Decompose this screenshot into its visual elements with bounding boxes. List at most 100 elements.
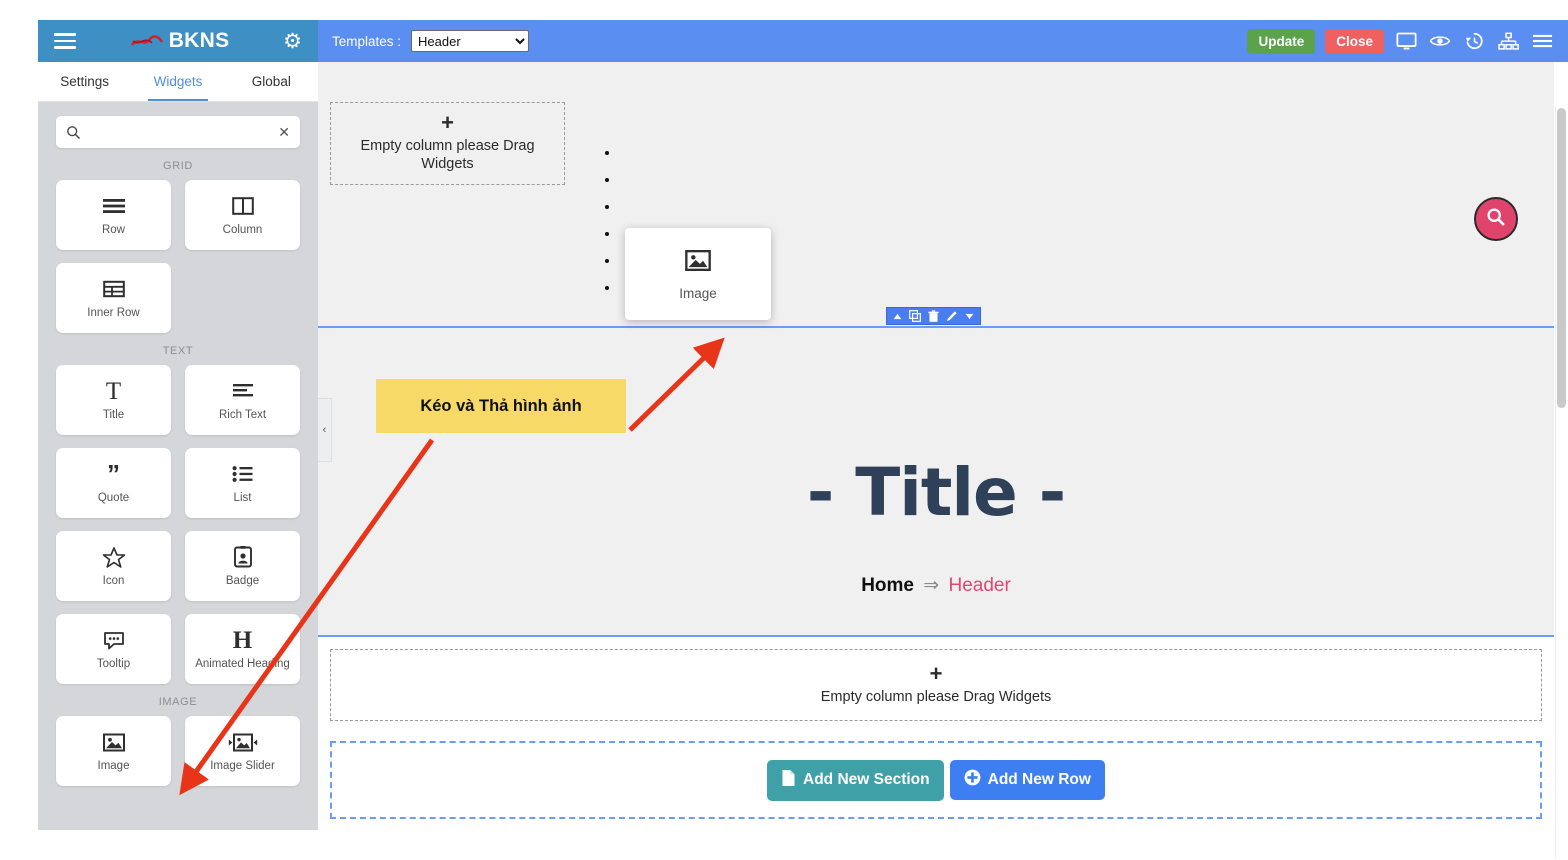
bullet-list[interactable] [606,144,620,306]
annotation-text: Kéo và Thả hình ảnh [420,396,582,415]
widget-image[interactable]: Image [56,716,171,786]
row-divider-top [318,326,1554,328]
empty-column-bottom-text: Empty column please Drag Widgets [820,688,1052,705]
widget-tooltip[interactable]: Tooltip [56,614,171,684]
history-icon[interactable] [1462,29,1486,53]
widget-column-label: Column [222,224,263,237]
gear-icon[interactable]: ⚙ [283,31,302,52]
tab-global[interactable]: Global [225,62,318,101]
badge-icon [233,544,253,570]
columns-icon [231,193,255,219]
widget-row-label: Row [101,224,125,237]
add-new-section-button[interactable]: Add New Section [767,759,944,801]
widget-list[interactable]: List [185,448,300,518]
widget-group-grid: Row Column Inner Row [56,180,300,333]
desktop-icon[interactable] [1394,29,1418,53]
update-button[interactable]: Update [1247,28,1316,54]
scrollbar-thumb[interactable] [1557,108,1566,408]
empty-column-top-text: Empty column please Drag Widgets [360,138,535,173]
builder-toolbar: Templates : Header Update Close [318,20,1568,62]
widget-title[interactable]: T Title [56,365,171,435]
tooltip-icon [102,627,126,653]
menu-icon[interactable] [1530,29,1554,53]
close-button[interactable]: Close [1325,28,1384,54]
dragged-widget-label: Image [679,285,717,301]
sidebar-tabs: Settings Widgets Global [38,62,318,102]
canvas-scrollbar[interactable] [1555,106,1566,858]
group-label-image: IMAGE [158,696,198,708]
widget-animated-heading-label: Animated Heading [195,658,290,671]
tab-settings-label: Settings [60,74,110,89]
chevron-left-icon: ‹ [322,424,327,436]
sitemap-icon[interactable] [1496,29,1520,53]
search-input[interactable] [87,123,273,141]
add-new-section-label: Add New Section [803,771,930,788]
page-title[interactable]: - Title - [318,454,1554,531]
brand: BKNS [76,29,283,53]
breadcrumb: Home ⇒ Header [318,574,1554,597]
align-left-icon [231,378,255,404]
empty-column-top[interactable]: + Empty column please Drag Widgets [330,102,565,185]
tab-widgets[interactable]: Widgets [131,62,224,101]
brand-title: BKNS [168,29,230,52]
caret-down-icon[interactable] [965,313,974,320]
widget-tooltip-label: Tooltip [96,658,131,671]
widget-group-text: T Title Rich Text ” Quote List Icon Badg… [56,365,300,684]
widget-rich-text[interactable]: Rich Text [185,365,300,435]
sidebar-header: BKNS ⚙ [38,20,318,62]
widget-inner-row-label: Inner Row [87,307,140,320]
caret-up-icon[interactable] [893,313,902,320]
widget-image-slider-label: Image Slider [210,760,275,773]
widget-inner-row[interactable]: Inner Row [56,263,171,333]
duplicate-icon[interactable] [909,310,921,322]
hero-section[interactable]: + Empty column please Drag Widgets - Tit… [318,62,1554,635]
widget-quote[interactable]: ” Quote [56,448,171,518]
bkns-logo-icon [130,33,164,50]
widget-badge[interactable]: Badge [185,531,300,601]
widget-image-slider[interactable]: Image Slider [185,716,300,786]
tab-global-label: Global [251,74,291,89]
tab-settings[interactable]: Settings [38,62,131,101]
sidebar-collapse-handle[interactable]: ‹ [318,398,332,462]
group-label-grid: GRID [163,160,193,172]
table-icon [102,276,126,302]
widget-row[interactable]: Row [56,180,171,250]
widgets-sidebar: BKNS ⚙ Settings Widgets Global ✕ GRID Ro… [38,20,318,830]
widget-image-label: Image [97,760,130,773]
image-icon [102,729,126,755]
add-new-row-button[interactable]: Add New Row [949,760,1105,800]
widget-search-box[interactable]: ✕ [56,116,300,148]
group-label-text: TEXT [162,345,194,357]
dragged-widget-image[interactable]: Image [625,228,771,320]
widget-icon[interactable]: Icon [56,531,171,601]
widget-badge-label: Badge [225,575,260,588]
builder-main: Templates : Header Update Close + Empty … [318,20,1568,860]
widget-rich-text-label: Rich Text [218,409,267,422]
widget-group-image: Image Image Slider [56,716,300,786]
rows-icon [101,193,127,219]
eye-icon[interactable] [1428,29,1452,53]
plus-icon: + [441,110,454,136]
tab-widgets-label: Widgets [153,74,203,89]
widget-column[interactable]: Column [185,180,300,250]
list-icon [231,461,255,487]
text-title-icon: T [105,377,122,405]
empty-row-section[interactable]: + Empty column please Drag Widgets [318,637,1554,731]
close-icon[interactable]: ✕ [278,125,290,139]
image-icon [684,248,712,278]
trash-icon[interactable] [928,309,939,323]
plus-icon: + [929,661,943,687]
hamburger-icon[interactable] [54,33,76,49]
search-fab-button[interactable] [1474,197,1518,241]
widget-animated-heading[interactable]: H Animated Heading [185,614,300,684]
breadcrumb-home[interactable]: Home [861,575,914,596]
pencil-icon[interactable] [946,310,958,322]
empty-column-bottom[interactable]: + Empty column please Drag Widgets [330,649,1542,721]
breadcrumb-current: Header [948,575,1011,596]
star-icon [102,544,126,570]
template-select[interactable]: Header [411,30,530,52]
widget-title-label: Title [102,409,125,422]
file-icon [781,769,796,792]
widget-edit-toolbar [886,307,981,325]
heading-h-icon: H [232,626,253,654]
